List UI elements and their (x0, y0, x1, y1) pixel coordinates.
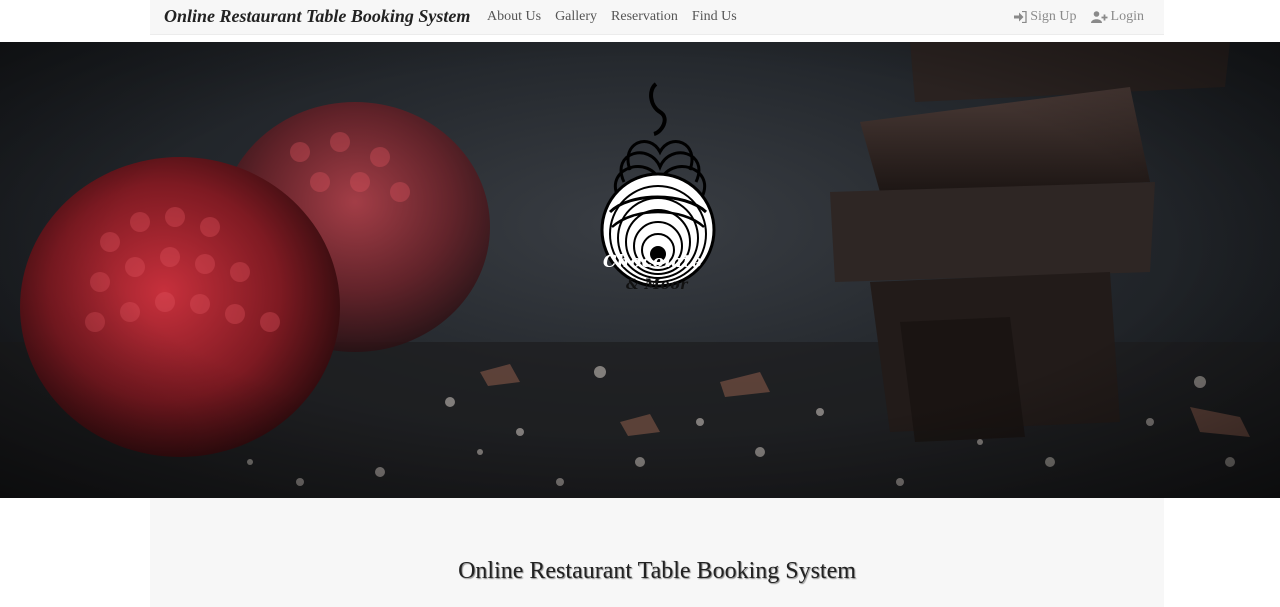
nav-reservation[interactable]: Reservation (611, 9, 678, 25)
page-heading: Online Restaurant Table Booking System (458, 558, 856, 584)
nav-about-us[interactable]: About Us (487, 9, 541, 25)
logo-text-line2: & Moor (626, 277, 689, 293)
nav-auth: Sign Up Login (1000, 9, 1144, 25)
hero-banner: Chocolate & Moor (0, 42, 1280, 498)
sign-in-icon (1014, 11, 1027, 23)
nav-find-us[interactable]: Find Us (692, 9, 737, 25)
logo-text-line1: Chocolate (603, 252, 703, 272)
user-plus-icon (1090, 11, 1108, 23)
top-navbar: Online Restaurant Table Booking System A… (150, 0, 1164, 35)
content-section: Online Restaurant Table Booking System (150, 498, 1164, 607)
signup-label: Sign Up (1030, 9, 1077, 24)
nav-links: About Us Gallery Reservation Find Us (487, 9, 751, 25)
signup-link[interactable]: Sign Up (1014, 9, 1077, 25)
login-link[interactable]: Login (1090, 9, 1144, 25)
login-label: Login (1110, 9, 1144, 24)
navbar-brand[interactable]: Online Restaurant Table Booking System (164, 6, 470, 27)
nav-gallery[interactable]: Gallery (555, 9, 597, 25)
